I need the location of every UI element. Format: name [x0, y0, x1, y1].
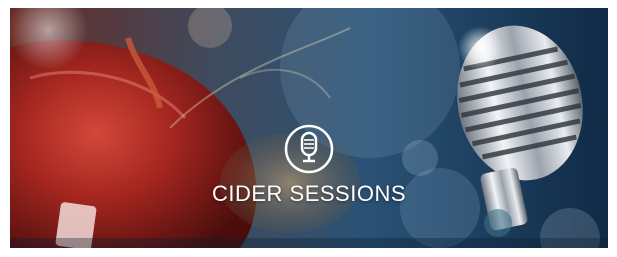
cider-sessions-banner: CIDER SESSIONS — [10, 8, 608, 248]
banner-artwork — [10, 8, 608, 248]
